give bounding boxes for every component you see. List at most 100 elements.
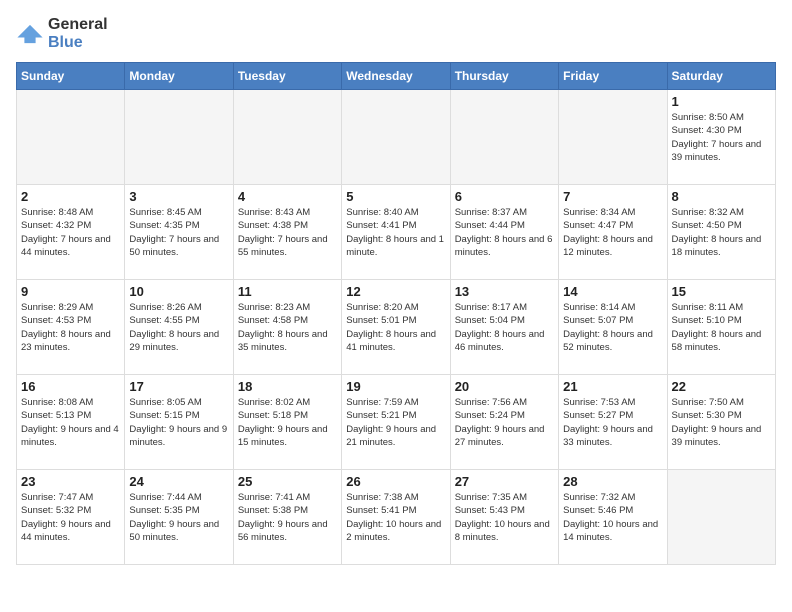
weekday-header: Sunday: [17, 63, 125, 90]
day-info: Sunrise: 8:29 AM Sunset: 4:53 PM Dayligh…: [21, 301, 120, 354]
weekday-header: Friday: [559, 63, 667, 90]
weekday-header: Monday: [125, 63, 233, 90]
calendar-cell: 12 Sunrise: 8:20 AM Sunset: 5:01 PM Dayli…: [342, 280, 450, 375]
calendar-cell: 14Sunrise: 8:14 AM Sunset: 5:07 PM Dayli…: [559, 280, 667, 375]
day-info: Sunrise: 8:17 AM Sunset: 5:04 PM Dayligh…: [455, 301, 554, 354]
day-number: 13: [455, 284, 554, 299]
calendar-cell: 11 Sunrise: 8:23 AM Sunset: 4:58 PM Dayli…: [233, 280, 341, 375]
weekday-header: Wednesday: [342, 63, 450, 90]
calendar-cell: 21 Sunrise: 7:53 AM Sunset: 5:27 PM Dayli…: [559, 375, 667, 470]
calendar-cell: 1 Sunrise: 8:50 AM Sunset: 4:30 PM Daylig…: [667, 90, 775, 185]
calendar-cell: 7 Sunrise: 8:34 AM Sunset: 4:47 PM Daylig…: [559, 185, 667, 280]
day-info: Sunrise: 7:53 AM Sunset: 5:27 PM Dayligh…: [563, 396, 662, 449]
calendar-cell: 26 Sunrise: 7:38 AM Sunset: 5:41 PM Dayli…: [342, 470, 450, 565]
day-number: 1: [672, 94, 771, 109]
calendar-cell: 17 Sunrise: 8:05 AM Sunset: 5:15 PM Dayli…: [125, 375, 233, 470]
day-info: Sunrise: 8:48 AM Sunset: 4:32 PM Dayligh…: [21, 206, 120, 259]
day-number: 2: [21, 189, 120, 204]
day-info: Sunrise: 8:37 AM Sunset: 4:44 PM Dayligh…: [455, 206, 554, 259]
day-info: Sunrise: 7:50 AM Sunset: 5:30 PM Dayligh…: [672, 396, 771, 449]
calendar-cell: [667, 470, 775, 565]
calendar-cell: 3 Sunrise: 8:45 AM Sunset: 4:35 PM Daylig…: [125, 185, 233, 280]
calendar-cell: 8 Sunrise: 8:32 AM Sunset: 4:50 PM Daylig…: [667, 185, 775, 280]
weekday-header: Saturday: [667, 63, 775, 90]
day-number: 21: [563, 379, 662, 394]
day-info: Sunrise: 7:35 AM Sunset: 5:43 PM Dayligh…: [455, 491, 554, 544]
day-info: Sunrise: 8:20 AM Sunset: 5:01 PM Dayligh…: [346, 301, 445, 354]
day-info: Sunrise: 8:43 AM Sunset: 4:38 PM Dayligh…: [238, 206, 337, 259]
weekday-header: Thursday: [450, 63, 558, 90]
calendar-cell: [559, 90, 667, 185]
calendar-cell: 25Sunrise: 7:41 AM Sunset: 5:38 PM Dayli…: [233, 470, 341, 565]
day-number: 23: [21, 474, 120, 489]
calendar-cell: 15 Sunrise: 8:11 AM Sunset: 5:10 PM Dayli…: [667, 280, 775, 375]
calendar-cell: 18Sunrise: 8:02 AM Sunset: 5:18 PM Dayli…: [233, 375, 341, 470]
calendar-header-row: SundayMondayTuesdayWednesdayThursdayFrid…: [17, 63, 776, 90]
day-number: 28: [563, 474, 662, 489]
day-info: Sunrise: 8:23 AM Sunset: 4:58 PM Dayligh…: [238, 301, 337, 354]
day-number: 26: [346, 474, 445, 489]
day-number: 14: [563, 284, 662, 299]
logo-general: General: [48, 16, 108, 33]
logo: General Blue: [16, 16, 108, 52]
day-info: Sunrise: 8:08 AM Sunset: 5:13 PM Dayligh…: [21, 396, 120, 449]
day-info: Sunrise: 8:11 AM Sunset: 5:10 PM Dayligh…: [672, 301, 771, 354]
calendar-cell: [125, 90, 233, 185]
day-info: Sunrise: 8:50 AM Sunset: 4:30 PM Dayligh…: [672, 111, 771, 164]
calendar-cell: 16 Sunrise: 8:08 AM Sunset: 5:13 PM Dayli…: [17, 375, 125, 470]
day-number: 5: [346, 189, 445, 204]
day-number: 15: [672, 284, 771, 299]
day-number: 24: [129, 474, 228, 489]
calendar-cell: 10 Sunrise: 8:26 AM Sunset: 4:55 PM Dayli…: [125, 280, 233, 375]
day-info: Sunrise: 7:38 AM Sunset: 5:41 PM Dayligh…: [346, 491, 445, 544]
calendar-cell: 5 Sunrise: 8:40 AM Sunset: 4:41 PM Daylig…: [342, 185, 450, 280]
calendar-cell: [233, 90, 341, 185]
calendar-cell: [450, 90, 558, 185]
day-info: Sunrise: 8:05 AM Sunset: 5:15 PM Dayligh…: [129, 396, 228, 449]
day-number: 3: [129, 189, 228, 204]
calendar-cell: 20Sunrise: 7:56 AM Sunset: 5:24 PM Dayli…: [450, 375, 558, 470]
day-number: 9: [21, 284, 120, 299]
calendar-cell: 4 Sunrise: 8:43 AM Sunset: 4:38 PM Daylig…: [233, 185, 341, 280]
header: General Blue: [16, 16, 776, 52]
calendar-cell: 24 Sunrise: 7:44 AM Sunset: 5:35 PM Dayli…: [125, 470, 233, 565]
day-number: 10: [129, 284, 228, 299]
calendar-week-row: 1 Sunrise: 8:50 AM Sunset: 4:30 PM Daylig…: [17, 90, 776, 185]
calendar-cell: 28Sunrise: 7:32 AM Sunset: 5:46 PM Dayli…: [559, 470, 667, 565]
day-number: 18: [238, 379, 337, 394]
logo-icon: [16, 23, 44, 45]
calendar-cell: 9 Sunrise: 8:29 AM Sunset: 4:53 PM Daylig…: [17, 280, 125, 375]
day-info: Sunrise: 8:26 AM Sunset: 4:55 PM Dayligh…: [129, 301, 228, 354]
calendar-week-row: 9 Sunrise: 8:29 AM Sunset: 4:53 PM Daylig…: [17, 280, 776, 375]
calendar-cell: 19Sunrise: 7:59 AM Sunset: 5:21 PM Dayli…: [342, 375, 450, 470]
calendar-week-row: 16 Sunrise: 8:08 AM Sunset: 5:13 PM Dayli…: [17, 375, 776, 470]
day-info: Sunrise: 8:40 AM Sunset: 4:41 PM Dayligh…: [346, 206, 445, 259]
logo-blue: Blue: [48, 34, 83, 51]
day-number: 6: [455, 189, 554, 204]
day-info: Sunrise: 7:56 AM Sunset: 5:24 PM Dayligh…: [455, 396, 554, 449]
calendar-week-row: 2 Sunrise: 8:48 AM Sunset: 4:32 PM Daylig…: [17, 185, 776, 280]
day-number: 4: [238, 189, 337, 204]
day-number: 17: [129, 379, 228, 394]
day-info: Sunrise: 8:32 AM Sunset: 4:50 PM Dayligh…: [672, 206, 771, 259]
day-number: 7: [563, 189, 662, 204]
day-number: 11: [238, 284, 337, 299]
day-number: 8: [672, 189, 771, 204]
calendar-cell: 13 Sunrise: 8:17 AM Sunset: 5:04 PM Dayli…: [450, 280, 558, 375]
day-info: Sunrise: 7:44 AM Sunset: 5:35 PM Dayligh…: [129, 491, 228, 544]
day-number: 12: [346, 284, 445, 299]
day-number: 16: [21, 379, 120, 394]
weekday-header: Tuesday: [233, 63, 341, 90]
day-number: 27: [455, 474, 554, 489]
calendar-cell: 27 Sunrise: 7:35 AM Sunset: 5:43 PM Dayli…: [450, 470, 558, 565]
day-info: Sunrise: 7:41 AM Sunset: 5:38 PM Dayligh…: [238, 491, 337, 544]
calendar-cell: 22 Sunrise: 7:50 AM Sunset: 5:30 PM Dayli…: [667, 375, 775, 470]
day-info: Sunrise: 8:34 AM Sunset: 4:47 PM Dayligh…: [563, 206, 662, 259]
calendar-table: SundayMondayTuesdayWednesdayThursdayFrid…: [16, 62, 776, 565]
day-info: Sunrise: 7:47 AM Sunset: 5:32 PM Dayligh…: [21, 491, 120, 544]
day-number: 22: [672, 379, 771, 394]
day-info: Sunrise: 7:59 AM Sunset: 5:21 PM Dayligh…: [346, 396, 445, 449]
calendar-cell: 6 Sunrise: 8:37 AM Sunset: 4:44 PM Daylig…: [450, 185, 558, 280]
day-info: Sunrise: 8:45 AM Sunset: 4:35 PM Dayligh…: [129, 206, 228, 259]
calendar-cell: 23 Sunrise: 7:47 AM Sunset: 5:32 PM Dayli…: [17, 470, 125, 565]
